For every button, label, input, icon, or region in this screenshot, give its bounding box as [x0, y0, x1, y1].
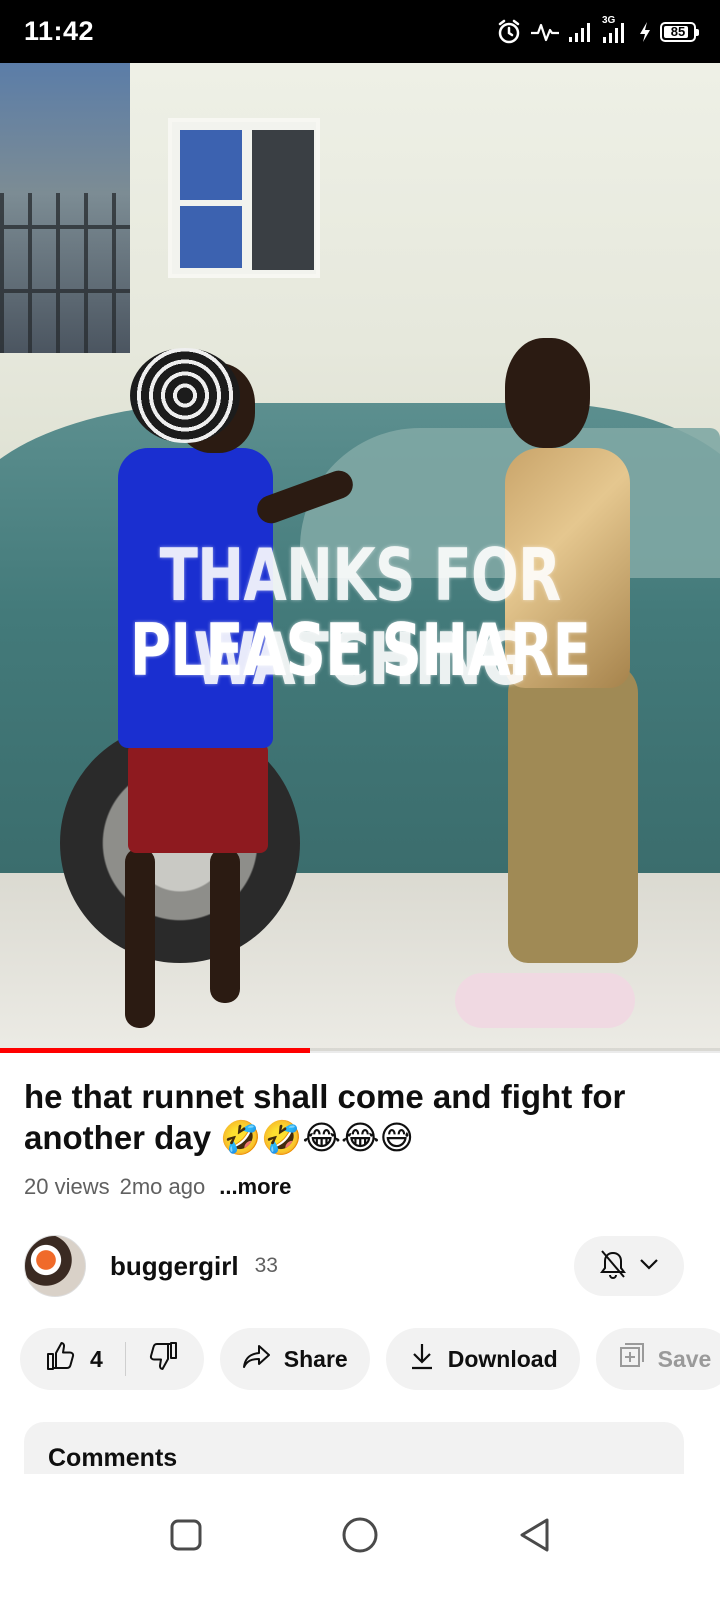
recents-button[interactable] [99, 1518, 273, 1557]
video-scene-window [168, 118, 320, 278]
save-button[interactable]: Save [595, 1328, 720, 1390]
battery-level: 85 [670, 24, 686, 39]
status-icons: 3G 85 [496, 15, 699, 47]
notification-button[interactable] [574, 1236, 684, 1296]
subscriber-count: 33 [254, 1254, 278, 1277]
channel-row: buggergirl 33 [24, 1234, 684, 1298]
like-count: 4 [90, 1345, 103, 1372]
activity-icon [530, 21, 560, 43]
chevron-down-icon [639, 1257, 659, 1276]
view-count: 20 views [24, 1174, 110, 1199]
thumbs-down-icon [148, 1342, 180, 1377]
save-playlist-icon [618, 1342, 646, 1376]
signal-icon [568, 21, 594, 43]
video-progress-fill [0, 1048, 310, 1053]
comments-title: Comments [48, 1444, 178, 1472]
back-triangle-icon [517, 1516, 551, 1559]
video-progress-bar[interactable] [0, 1048, 720, 1053]
video-overlay-text-2: PLEASE SHARE [129, 608, 591, 692]
video-meta[interactable]: 20 views 2mo ago ...more [24, 1174, 291, 1200]
bell-off-icon [599, 1249, 627, 1284]
status-bar: 11:42 3G 85 [0, 0, 720, 63]
home-button[interactable] [273, 1516, 447, 1559]
battery-icon: 85 [660, 21, 699, 42]
avatar[interactable] [24, 1235, 86, 1297]
recents-square-icon [169, 1518, 203, 1557]
home-circle-icon [341, 1516, 379, 1559]
save-label: Save [657, 1345, 712, 1372]
download-icon [408, 1341, 436, 1377]
signal-3g-icon: 3G [602, 15, 630, 45]
system-nav-bar [0, 1474, 720, 1600]
status-time: 11:42 [24, 16, 95, 46]
video-player[interactable]: THANKS FOR WATCHING PLEASE SHARE [0, 63, 720, 1051]
network-type-label: 3G [602, 14, 616, 26]
download-label: Download [447, 1345, 558, 1372]
alarm-icon [496, 19, 522, 45]
like-divider [124, 1342, 126, 1376]
action-bar: 4 Share Download Save [20, 1328, 720, 1390]
back-button[interactable] [447, 1516, 621, 1559]
charging-icon [638, 21, 652, 43]
more-link[interactable]: ...more [219, 1174, 291, 1200]
share-button[interactable]: Share [219, 1328, 370, 1390]
upload-age: 2mo ago [119, 1174, 206, 1199]
thumbs-up-icon [44, 1340, 76, 1378]
dislike-button[interactable] [148, 1340, 180, 1378]
share-arrow-icon [242, 1342, 272, 1376]
download-button[interactable]: Download [385, 1328, 580, 1390]
screen: { "status_bar": { "time": "11:42", "netw… [0, 0, 720, 1600]
share-label: Share [283, 1345, 348, 1372]
video-title[interactable]: he that runnet shall come and fight for … [24, 1076, 684, 1158]
like-button[interactable]: 4 [44, 1340, 103, 1378]
channel-name[interactable]: buggergirl [110, 1251, 239, 1282]
like-dislike-pill: 4 [20, 1328, 204, 1390]
